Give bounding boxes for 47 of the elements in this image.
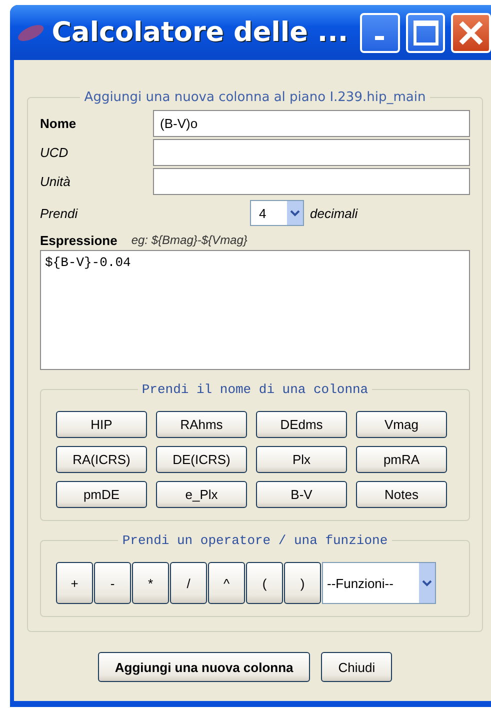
operator-button[interactable]: *: [132, 562, 169, 604]
column-button[interactable]: e_Plx: [156, 481, 247, 508]
minimize-button[interactable]: [360, 12, 400, 52]
operator-button[interactable]: (: [246, 562, 283, 604]
expression-field[interactable]: ${B-V}-0.04: [40, 250, 470, 370]
column-button[interactable]: RA(ICRS): [56, 446, 147, 473]
group-title: Aggiungi una nuova colonna al piano I.239.hip_main: [83, 90, 427, 105]
maximize-button[interactable]: [406, 12, 446, 52]
column-button[interactable]: B-V: [256, 481, 347, 508]
column-button[interactable]: pmRA: [356, 446, 447, 473]
column-button[interactable]: RAhms: [156, 411, 247, 438]
text-field[interactable]: [153, 168, 470, 195]
field-label: Unità: [40, 174, 72, 189]
operator-button[interactable]: ): [284, 562, 321, 604]
column-button[interactable]: DE(ICRS): [156, 446, 247, 473]
decimals-select[interactable]: 4: [250, 200, 304, 226]
chevron-down-icon: [419, 563, 435, 603]
close-icon: [457, 18, 486, 46]
column-button[interactable]: Plx: [256, 446, 347, 473]
text-field[interactable]: [153, 139, 470, 166]
decimals-suffix: decimali: [310, 206, 358, 220]
chevron-down-icon: [287, 201, 303, 225]
field-label: Prendi: [40, 206, 79, 220]
group-title: Prendi un operatore / una funzione: [121, 533, 389, 548]
window-title: Calcolatore delle ...: [52, 17, 348, 48]
minimize-icon: [375, 36, 384, 40]
field-label: Espressione: [40, 232, 118, 248]
maximize-icon: [412, 18, 440, 46]
column-button[interactable]: HIP: [56, 411, 147, 438]
operator-button[interactable]: -: [94, 562, 131, 604]
column-button[interactable]: DEdms: [256, 411, 347, 438]
operator-button[interactable]: +: [56, 562, 93, 604]
close-button[interactable]: [451, 12, 491, 52]
group-title: Prendi il nome di una colonna: [140, 382, 370, 397]
close-dialog-button[interactable]: Chiudi: [321, 652, 392, 682]
field-label: UCD: [40, 145, 70, 160]
example-hint: eg: ${Bmag}-${Vmag}: [131, 233, 248, 247]
add-column-button[interactable]: Aggiungi una nuova colonna: [98, 652, 310, 682]
operator-button[interactable]: /: [170, 562, 207, 604]
field-label: Nome: [40, 116, 78, 131]
app-icon: [16, 24, 46, 42]
functions-select[interactable]: --Funzioni--: [322, 562, 436, 604]
column-button[interactable]: Notes: [356, 481, 447, 508]
column-button[interactable]: Vmag: [356, 411, 447, 438]
operator-button[interactable]: ^: [208, 562, 245, 604]
text-field[interactable]: (B-V)o: [153, 110, 470, 137]
column-button[interactable]: pmDE: [56, 481, 147, 508]
